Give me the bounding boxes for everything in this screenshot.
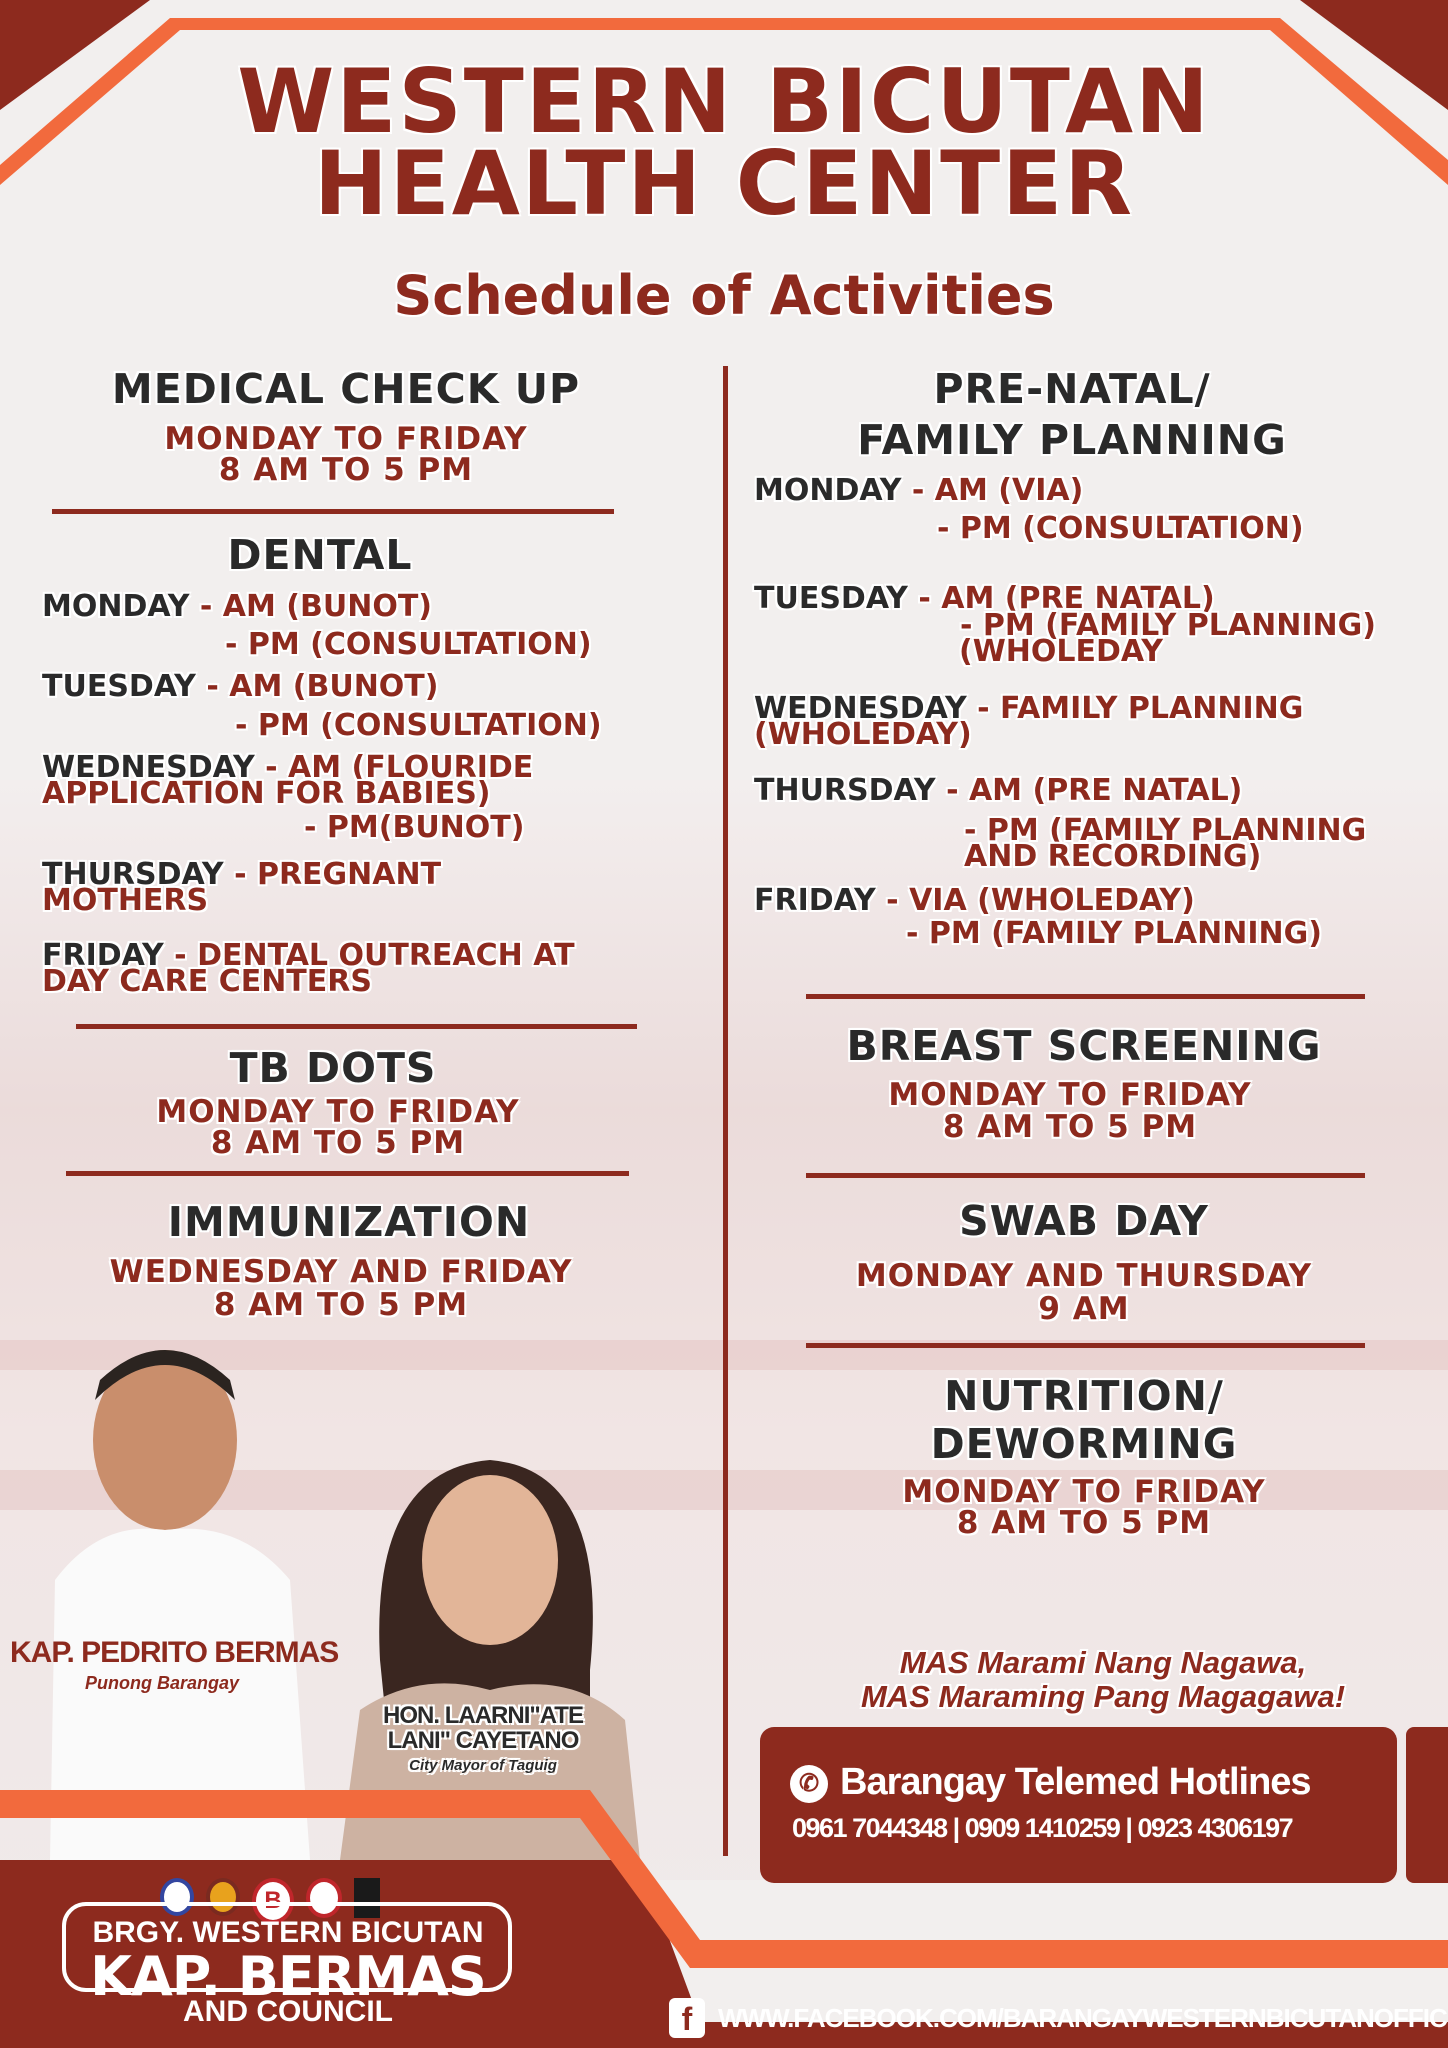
schedule-detail: (WHOLEDAY: [959, 634, 1163, 669]
schedule-detail: AND RECORDING): [964, 839, 1262, 874]
schedule-detail: - PM(BUNOT): [304, 810, 525, 845]
schedule-detail: - AM (BUNOT): [195, 669, 439, 704]
schedule-detail: - PM (CONSULTATION): [937, 511, 1304, 546]
schedule-row: MONDAY - AM (VIA): [754, 476, 1083, 506]
breast-title: BREAST SCREENING: [846, 1022, 1322, 1070]
dental-title: DENTAL: [227, 531, 413, 579]
nutrition-title-2: DEWORMING: [930, 1420, 1238, 1468]
slogan-line2: MAS Maraming Pang Magagawa!: [860, 1679, 1346, 1714]
kap-role: Punong Barangay: [84, 1673, 240, 1693]
immunization-title: IMMUNIZATION: [167, 1198, 531, 1246]
schedule-row: - PM (FAMILY PLANNING): [906, 919, 1322, 949]
schedule-row: - PM (CONSULTATION): [225, 630, 592, 660]
schedule-detail: - PM (CONSULTATION): [225, 627, 592, 662]
schedule-detail: MOTHERS: [42, 883, 209, 918]
medical-hours: 8 AM TO 5 PM: [218, 452, 474, 488]
schedule-row: FRIDAY - VIA (WHOLEDAY): [754, 886, 1195, 916]
schedule-day: TUESDAY: [754, 581, 908, 616]
swab-hours: 9 AM: [1038, 1291, 1130, 1327]
breast-hours: 8 AM TO 5 PM: [942, 1109, 1198, 1145]
column-divider: [723, 366, 728, 1856]
tb-title: TB DOTS: [229, 1044, 437, 1092]
schedule-row: DAY CARE CENTERS: [42, 967, 372, 997]
prenatal-title-1: PRE-NATAL/: [933, 365, 1211, 413]
schedule-day: FRIDAY: [754, 883, 876, 918]
immunization-hours: 8 AM TO 5 PM: [213, 1287, 469, 1323]
schedule-detail: - AM (VIA): [901, 473, 1084, 508]
facebook-icon[interactable]: f: [669, 1998, 705, 2038]
schedule-detail: - AM (PRE NATAL): [935, 773, 1243, 808]
schedule-detail: - VIA (WHOLEDAY): [875, 883, 1195, 918]
footer-council: AND COUNCIL: [183, 1995, 393, 2028]
swab-days: MONDAY AND THURSDAY: [855, 1258, 1313, 1294]
medical-days: MONDAY TO FRIDAY: [164, 421, 528, 457]
schedule-detail: - PM (FAMILY PLANNING): [906, 916, 1322, 951]
schedule-day: MONDAY: [42, 589, 190, 624]
title-line-2: HEALTH CENTER: [314, 132, 1134, 235]
schedule-detail: - AM (BUNOT): [189, 589, 433, 624]
schedule-row: APPLICATION FOR BABIES): [42, 779, 491, 809]
mayor-role: City Mayor of Taguig: [409, 1757, 557, 1774]
schedule-row: - PM (CONSULTATION): [235, 711, 602, 741]
page-subtitle: Schedule of Activities: [393, 264, 1055, 327]
schedule-detail: - PM (CONSULTATION): [235, 708, 602, 743]
medical-title: MEDICAL CHECK UP: [111, 365, 581, 413]
schedule-row: MONDAY - AM (BUNOT): [42, 592, 432, 622]
schedule-row: AND RECORDING): [964, 842, 1261, 872]
swab-title: SWAB DAY: [959, 1197, 1209, 1245]
schedule-day: TUESDAY: [42, 669, 196, 704]
facebook-link[interactable]: WWW.FACEBOOK.COM/BARANGAYWESTERNBICUTANO…: [718, 2003, 1448, 2034]
schedule-row: - PM(BUNOT): [304, 813, 524, 843]
divider: [806, 1173, 1365, 1178]
mayor-name-line1: HON. LAARNI"ATE: [383, 1702, 584, 1729]
schedule-day: THURSDAY: [754, 773, 936, 808]
schedule-detail: APPLICATION FOR BABIES): [42, 776, 491, 811]
immunization-days: WEDNESDAY AND FRIDAY: [109, 1254, 573, 1290]
schedule-detail: - FAMILY PLANNING: [966, 691, 1304, 726]
kap-bermas-photo: [50, 1350, 310, 1860]
tb-days: MONDAY TO FRIDAY: [156, 1094, 520, 1130]
nutrition-hours: 8 AM TO 5 PM: [956, 1505, 1212, 1541]
prenatal-title-2: FAMILY PLANNING: [857, 416, 1287, 464]
schedule-detail: DAY CARE CENTERS: [42, 964, 372, 999]
nutrition-title-1: NUTRITION/: [944, 1372, 1224, 1420]
divider: [806, 1343, 1365, 1348]
schedule-row: (WHOLEDAY: [959, 637, 1163, 667]
schedule-row: (WHOLEDAY): [754, 720, 972, 750]
slogan-line1: MAS Marami Nang Nagawa,: [899, 1645, 1307, 1680]
tb-hours: 8 AM TO 5 PM: [210, 1125, 466, 1161]
nutrition-days: MONDAY TO FRIDAY: [902, 1474, 1266, 1510]
breast-days: MONDAY TO FRIDAY: [888, 1077, 1252, 1113]
schedule-detail: - PREGNANT: [223, 857, 442, 892]
schedule-row: MOTHERS: [42, 886, 208, 916]
schedule-row: TUESDAY - AM (BUNOT): [42, 672, 438, 702]
mayor-name-line2: LANI" CAYETANO: [387, 1727, 580, 1754]
divider: [806, 994, 1365, 999]
divider: [66, 1171, 629, 1176]
kap-name: KAP. PEDRITO BERMAS: [10, 1636, 339, 1669]
divider: [76, 1024, 637, 1029]
schedule-row: THURSDAY - AM (PRE NATAL): [754, 776, 1242, 806]
divider: [52, 509, 614, 514]
schedule-day: MONDAY: [754, 473, 902, 508]
schedule-row: - PM (CONSULTATION): [937, 514, 1304, 544]
schedule-detail: (WHOLEDAY): [754, 717, 972, 752]
